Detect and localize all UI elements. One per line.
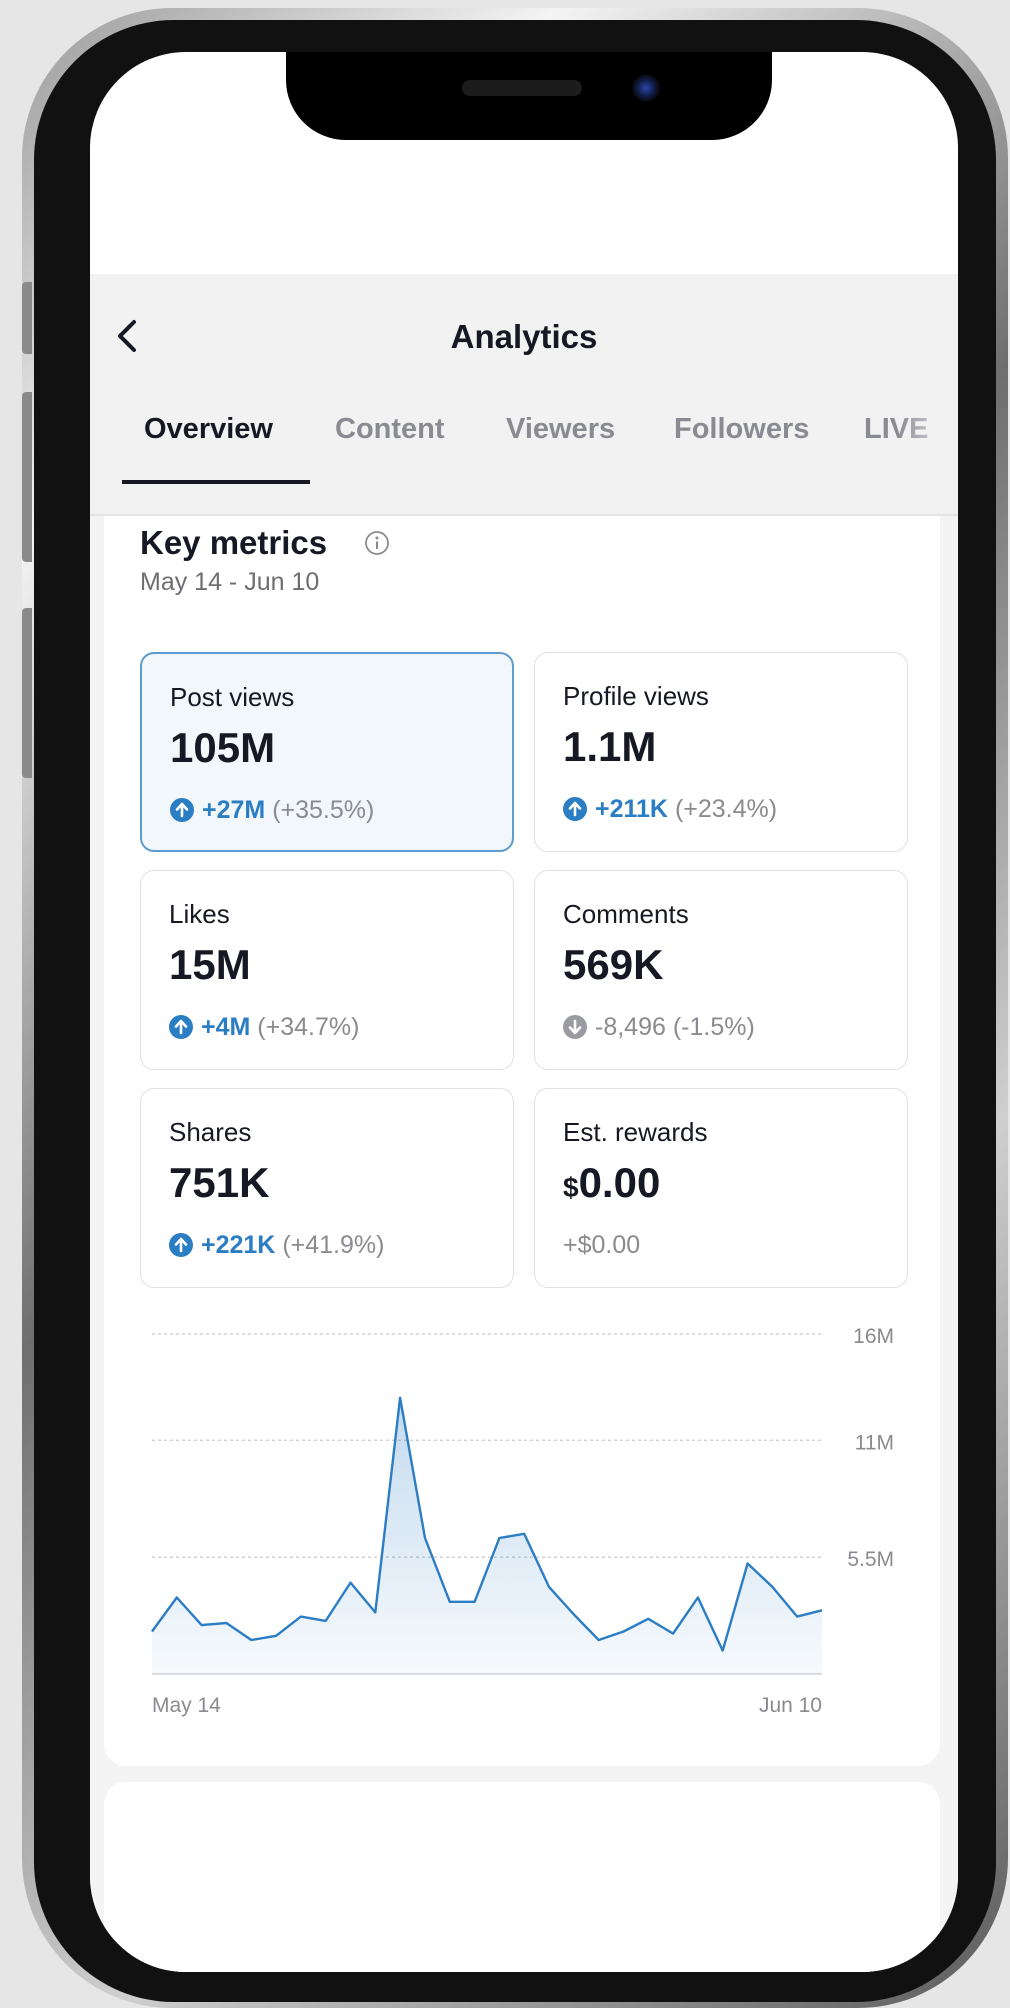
metric-value: 1.1M (563, 723, 657, 770)
change-absolute: +221K (201, 1231, 276, 1259)
speaker-grille (462, 80, 582, 96)
change-percent: (+35.5%) (272, 796, 375, 824)
metric-value: 105M (170, 724, 276, 771)
metric-value-number: 0.00 (578, 1159, 661, 1206)
currency-symbol: $ (563, 1172, 579, 1203)
arrow-down-circle-icon (563, 1015, 587, 1039)
change-absolute: -8,496 (595, 1013, 666, 1041)
volume-up-button (22, 392, 32, 562)
arrow-up-circle-icon (169, 1015, 193, 1039)
arrow-up-circle-icon (169, 1233, 193, 1257)
metric-change: -8,496 (-1.5%) (563, 1013, 755, 1042)
metric-change: +27M (+35.5%) (170, 796, 374, 825)
change-absolute: +$0.00 (563, 1231, 641, 1259)
section-title: Key metrics (140, 524, 328, 561)
tab-viewers[interactable]: Viewers (506, 396, 615, 484)
metric-card-profile-views[interactable]: Profile views 1.1M +211K (+23.4%) (534, 652, 908, 852)
metric-card-likes[interactable]: Likes 15M +4M (+34.7%) (140, 870, 514, 1070)
front-camera (632, 74, 660, 102)
page-title: Analytics (450, 318, 598, 355)
change-percent: (+41.9%) (282, 1231, 385, 1259)
tabs-fade (898, 396, 958, 484)
y-tick-label: 16M (853, 1325, 894, 1348)
tab-followers[interactable]: Followers (674, 396, 809, 484)
phone-screen: Analytics Overview Content Viewers Follo… (90, 52, 958, 1972)
metric-label: Shares (169, 1117, 252, 1147)
metric-card-post-views[interactable]: Post views 105M +27M (+35.5%) (140, 652, 514, 852)
info-icon[interactable] (364, 530, 390, 556)
metric-value: 751K (169, 1159, 270, 1206)
notch (286, 52, 772, 140)
change-absolute: +4M (201, 1013, 251, 1041)
mute-switch (22, 282, 32, 354)
metric-change: +211K (+23.4%) (563, 795, 777, 824)
metric-card-est-rewards[interactable]: Est. rewards $0.00 +$0.00 (534, 1088, 908, 1288)
volume-down-button (22, 608, 32, 778)
date-range: May 14 - Jun 10 (140, 568, 320, 596)
y-tick-label: 5.5M (847, 1548, 894, 1571)
metric-change: +221K (+41.9%) (169, 1231, 384, 1260)
metric-change: +$0.00 (563, 1231, 640, 1260)
y-tick-label: 11M (855, 1431, 894, 1454)
tab-content[interactable]: Content (335, 396, 445, 484)
active-tab-indicator (122, 480, 310, 484)
change-percent: (-1.5%) (672, 1013, 755, 1041)
x-tick-label-end: Jun 10 (759, 1694, 822, 1717)
post-views-chart[interactable]: 16M 11M 5.5M May 14 Jun 10 (90, 1302, 958, 1742)
change-percent: (+23.4%) (674, 795, 778, 823)
next-panel (104, 1782, 940, 1972)
metric-value: 569K (563, 941, 664, 988)
change-absolute: +211K (595, 795, 668, 823)
tab-overview[interactable]: Overview (144, 396, 273, 484)
metric-label: Post views (170, 682, 295, 712)
change-percent: (+34.7%) (257, 1013, 360, 1041)
app-header: Analytics Overview Content Viewers Follo… (90, 274, 958, 516)
change-absolute: +27M (202, 796, 266, 824)
metric-change: +4M (+34.7%) (169, 1013, 359, 1042)
metric-label: Likes (169, 899, 230, 929)
x-tick-label-start: May 14 (152, 1694, 221, 1717)
metric-label: Profile views (563, 681, 709, 711)
arrow-up-circle-icon (170, 798, 194, 822)
tab-bar: Overview Content Viewers Followers LIVE (90, 396, 958, 488)
metric-value: 15M (169, 941, 251, 988)
metric-card-shares[interactable]: Shares 751K +221K (+41.9%) (140, 1088, 514, 1288)
arrow-up-circle-icon (563, 797, 587, 821)
series-area (152, 1397, 822, 1674)
metric-label: Comments (563, 899, 689, 929)
metric-value: $0.00 (563, 1159, 660, 1207)
metric-label: Est. rewards (563, 1117, 708, 1147)
metric-card-comments[interactable]: Comments 569K -8,496 (-1.5%) (534, 870, 908, 1070)
